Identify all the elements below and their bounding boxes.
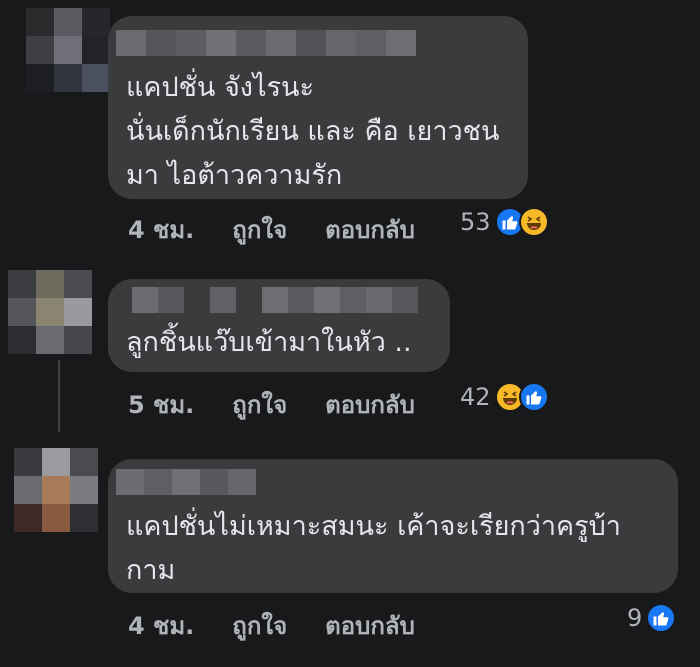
like-icon xyxy=(646,603,677,633)
reaction-summary[interactable]: 9 xyxy=(627,603,677,633)
comment-bubble: แคปชั่น จังไรนะ นั่นเด็กนักเรียน และ คือ… xyxy=(108,16,528,199)
avatar[interactable] xyxy=(14,448,98,532)
avatar[interactable] xyxy=(8,270,92,354)
comment-actions: 4 ชม. ถูกใจ ตอบกลับ xyxy=(128,606,453,645)
author-name-blurred[interactable] xyxy=(116,469,256,495)
like-icon xyxy=(518,382,549,412)
like-button[interactable]: ถูกใจ xyxy=(232,385,287,424)
reaction-summary[interactable]: 53 xyxy=(460,207,549,237)
comment-text-line: แคปชั่นไม่เหมาะสมนะ เค้าจะเรียกว่าครูบ้า xyxy=(126,511,621,542)
comment-actions: 5 ชม. ถูกใจ ตอบกลับ xyxy=(128,385,453,424)
thread-line xyxy=(58,360,60,432)
reply-button[interactable]: ตอบกลับ xyxy=(325,606,415,645)
comment-bubble: ลูกชิ้นแว๊บเข้ามาในหัว .. xyxy=(108,279,450,372)
comment-text: แคปชั่น จังไรนะ นั่นเด็กนักเรียน และ คือ… xyxy=(126,66,499,198)
reply-button[interactable]: ตอบกลับ xyxy=(325,210,415,249)
author-name-blurred[interactable] xyxy=(132,287,418,313)
haha-icon xyxy=(518,207,549,237)
comment-text-line: แคปชั่น จังไรนะ xyxy=(126,72,315,103)
like-button[interactable]: ถูกใจ xyxy=(232,606,287,645)
timestamp[interactable]: 4 ชม. xyxy=(128,210,194,249)
reply-button[interactable]: ตอบกลับ xyxy=(325,385,415,424)
comment-actions: 4 ชม. ถูกใจ ตอบกลับ xyxy=(128,210,453,249)
timestamp[interactable]: 4 ชม. xyxy=(128,606,194,645)
reaction-count: 9 xyxy=(627,604,643,632)
reaction-count: 53 xyxy=(460,208,491,236)
timestamp[interactable]: 5 ชม. xyxy=(128,385,194,424)
comment-text-line: ลูกชิ้นแว๊บเข้ามาในหัว .. xyxy=(126,327,412,358)
reaction-summary[interactable]: 42 xyxy=(460,382,549,412)
comment-text: ลูกชิ้นแว๊บเข้ามาในหัว .. xyxy=(126,321,412,365)
comment-text-line: กาม xyxy=(126,555,176,586)
comment-text-line: นั่นเด็กนักเรียน และ คือ เยาวชน xyxy=(126,116,500,147)
author-name-blurred[interactable] xyxy=(116,30,416,56)
like-button[interactable]: ถูกใจ xyxy=(232,210,287,249)
reaction-count: 42 xyxy=(460,383,491,411)
avatar[interactable] xyxy=(26,8,110,92)
comment-bubble: แคปชั่นไม่เหมาะสมนะ เค้าจะเรียกว่าครูบ้า… xyxy=(108,459,678,593)
comment-text-line: มา ไอต้าวความรัก xyxy=(126,160,343,191)
comment-text: แคปชั่นไม่เหมาะสมนะ เค้าจะเรียกว่าครูบ้า… xyxy=(126,505,621,593)
